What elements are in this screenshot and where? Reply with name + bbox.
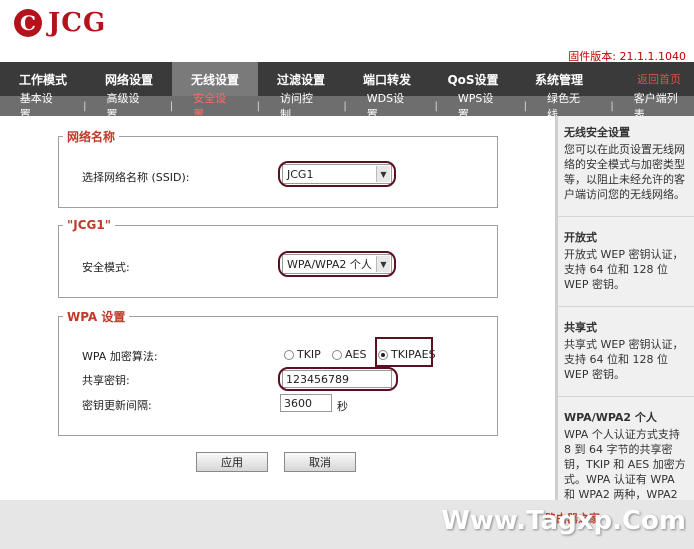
help-divider bbox=[558, 306, 694, 307]
help-text-security: 您可以在此页设置无线网络的安全模式与加密类型等，以阻止未经允许的客户端访问您的无… bbox=[564, 143, 685, 201]
security-mode-label: 安全模式: bbox=[82, 261, 130, 274]
help-title-security: 无线安全设置 bbox=[564, 126, 630, 139]
highlight-ring bbox=[278, 367, 398, 391]
cancel-button[interactable]: 取消 bbox=[284, 452, 356, 472]
ssid-label: 选择网络名称 (SSID): bbox=[82, 171, 190, 184]
wpa-settings-legend: WPA 设置 bbox=[67, 310, 126, 324]
help-title-shared: 共享式 bbox=[564, 321, 597, 334]
help-title-wpa: WPA/WPA2 个人 bbox=[564, 411, 657, 424]
logo: C JCG bbox=[14, 6, 106, 40]
main-content: 网络名称 选择网络名称 (SSID): JCG1 ▼ "JCG1" 安全模式: … bbox=[0, 116, 555, 500]
help-divider bbox=[558, 396, 694, 397]
rekey-interval-label: 密钥更新间隔: bbox=[82, 399, 152, 412]
ssid-security-legend: "JCG1" bbox=[67, 218, 111, 232]
tab-separator: | bbox=[343, 100, 347, 112]
sub-nav: 基本设置 | 高级设置 | 安全设置 | 访问控制 | WDS设置 | WPS设… bbox=[0, 92, 694, 121]
watermark: Www.Tagxp.Com bbox=[441, 506, 686, 536]
help-sidebar: 无线安全设置 您可以在此页设置无线网络的安全模式与加密类型等，以阻止未经允许的客… bbox=[555, 116, 694, 546]
help-text-shared: 共享式 WEP 密钥认证，支持 64 位和 128 位 WEP 密钥。 bbox=[564, 338, 684, 381]
tab-separator: | bbox=[169, 100, 174, 112]
radio-off-icon bbox=[284, 349, 294, 360]
tab-separator: | bbox=[256, 100, 261, 112]
logo-mark-icon: C bbox=[14, 9, 42, 37]
radio-off-icon bbox=[332, 349, 342, 360]
cipher-aes-radio[interactable]: AES bbox=[332, 348, 366, 361]
rekey-interval-value: 3600 bbox=[284, 396, 312, 410]
highlight-box bbox=[375, 337, 433, 367]
cipher-label: WPA 加密算法: bbox=[82, 350, 158, 363]
help-text-open: 开放式 WEP 密钥认证，支持 64 位和 128 位 WEP 密钥。 bbox=[564, 248, 684, 291]
help-title-open: 开放式 bbox=[564, 231, 597, 244]
tab-separator: | bbox=[434, 100, 438, 112]
cipher-aes-label: AES bbox=[345, 348, 367, 361]
tab-separator: | bbox=[523, 100, 528, 112]
brand-name: JCG bbox=[48, 8, 107, 38]
tab-separator: | bbox=[610, 100, 614, 112]
network-name-legend: 网络名称 bbox=[67, 130, 116, 144]
rekey-interval-input[interactable]: 3600 bbox=[280, 394, 332, 412]
apply-button[interactable]: 应用 bbox=[196, 452, 268, 472]
shared-key-label: 共享密钥: bbox=[82, 374, 130, 387]
cipher-tkip-label: TKIP bbox=[297, 348, 321, 361]
rekey-interval-unit: 秒 bbox=[337, 400, 348, 413]
tab-separator: | bbox=[83, 100, 87, 112]
cipher-tkip-radio[interactable]: TKIP bbox=[284, 348, 321, 361]
highlight-ring bbox=[278, 161, 396, 187]
help-divider bbox=[558, 216, 694, 217]
highlight-ring bbox=[278, 251, 396, 277]
